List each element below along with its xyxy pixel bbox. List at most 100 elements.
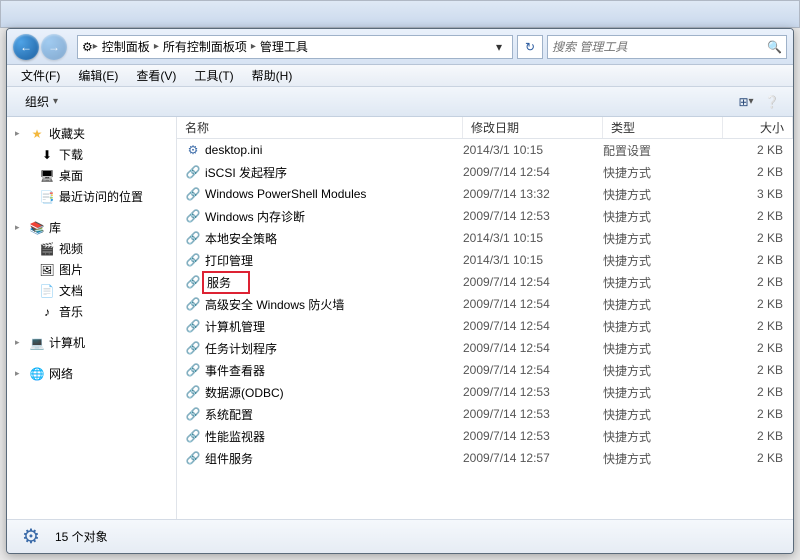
tree-group-3[interactable]: ▸🌐网络 [11,363,172,384]
file-row[interactable]: 🔗任务计划程序2009/7/14 12:54快捷方式2 KB [177,337,793,359]
shortcut-icon: 🔗 [185,208,201,224]
help-button[interactable]: ❔ [759,91,785,113]
file-name: 服务 [205,274,247,291]
shortcut-icon: 🔗 [185,406,201,422]
tree-group-0[interactable]: ▸★收藏夹 [11,123,172,144]
breadcrumb-0[interactable]: 控制面板 [98,38,154,55]
file-row[interactable]: 🔗系统配置2009/7/14 12:53快捷方式2 KB [177,403,793,425]
tree-item-label: 文档 [59,282,83,299]
tree-item-label: 最近访问的位置 [59,188,143,205]
address-dropdown[interactable]: ▾ [490,40,508,54]
file-type: 快捷方式 [603,362,723,379]
file-date: 2014/3/1 10:15 [463,231,603,245]
file-type: 快捷方式 [603,318,723,335]
file-row[interactable]: 🔗Windows 内存诊断2009/7/14 12:53快捷方式2 KB [177,205,793,227]
column-type[interactable]: 类型 [603,117,723,138]
tree-item-1-2[interactable]: 📄文档 [11,280,172,301]
folder-gear-icon: ⚙ [17,523,45,551]
file-size: 2 KB [723,385,793,399]
file-name: 事件查看器 [205,362,265,379]
file-date: 2009/7/14 12:54 [463,319,603,333]
nav-back-button[interactable]: ← [13,34,39,60]
organize-menu[interactable]: 组织 ▾ [15,90,68,113]
shortcut-icon: 🔗 [185,296,201,312]
file-type: 快捷方式 [603,208,723,225]
file-row[interactable]: 🔗高级安全 Windows 防火墙2009/7/14 12:54快捷方式2 KB [177,293,793,315]
column-headers: 名称 修改日期 类型 大小 [177,117,793,139]
view-options-button[interactable]: ⊞▾ [733,91,759,113]
file-row[interactable]: 🔗iSCSI 发起程序2009/7/14 12:54快捷方式2 KB [177,161,793,183]
file-row[interactable]: 🔗组件服务2009/7/14 12:57快捷方式2 KB [177,447,793,469]
file-name: 高级安全 Windows 防火墙 [205,296,344,313]
tree-item-0-2[interactable]: 📑最近访问的位置 [11,186,172,207]
file-type: 配置设置 [603,142,723,159]
menu-item-4[interactable]: 帮助(H) [244,65,301,86]
file-size: 2 KB [723,451,793,465]
tree-group-2[interactable]: ▸💻计算机 [11,332,172,353]
video-icon: 🎬 [39,241,55,257]
menu-bar: 文件(F)编辑(E)查看(V)工具(T)帮助(H) [7,65,793,87]
file-row[interactable]: 🔗 Windows PowerShell Modules 2009/7/14 13:… [177,183,793,205]
search-box[interactable]: 🔍 [547,35,787,59]
file-type: 快捷方式 [603,384,723,401]
menu-item-1[interactable]: 编辑(E) [70,65,126,86]
file-name: 打印管理 [205,252,253,269]
file-row[interactable]: 🔗本地安全策略2014/3/1 10:15快捷方式2 KB [177,227,793,249]
file-date: 2009/7/14 13:32 [463,187,603,201]
file-name: 组件服务 [205,450,253,467]
breadcrumb-2[interactable]: 管理工具 [256,38,312,55]
file-size: 2 KB [723,341,793,355]
file-date: 2009/7/14 12:54 [463,341,603,355]
file-row[interactable]: ⚙desktop.ini2014/3/1 10:15配置设置2 KB [177,139,793,161]
menu-item-0[interactable]: 文件(F) [13,65,68,86]
file-date: 2009/7/14 12:53 [463,407,603,421]
column-size[interactable]: 大小 [723,117,793,138]
file-row[interactable]: 🔗服务2009/7/14 12:54快捷方式2 KB [177,271,793,293]
menu-item-3[interactable]: 工具(T) [186,65,241,86]
file-type: 快捷方式 [603,274,723,291]
tree-group-label: 计算机 [49,334,85,351]
breadcrumb-1[interactable]: 所有控制面板项 [159,38,251,55]
tree-item-1-3[interactable]: ♪音乐 [11,301,172,322]
file-row[interactable]: 🔗打印管理2014/3/1 10:15快捷方式2 KB [177,249,793,271]
menu-item-2[interactable]: 查看(V) [128,65,184,86]
file-row[interactable]: 🔗计算机管理2009/7/14 12:54快捷方式2 KB [177,315,793,337]
file-name: Windows 内存诊断 [205,208,305,225]
file-name: 计算机管理 [205,318,265,335]
tree-item-0-0[interactable]: ⬇下载 [11,144,172,165]
address-bar[interactable]: ⚙ ▸ 控制面板 ▸ 所有控制面板项 ▸ 管理工具 ▾ [77,35,513,59]
shortcut-icon: 🔗 [185,230,201,246]
tree-item-1-1[interactable]: 🖼图片 [11,259,172,280]
file-row[interactable]: 🔗数据源(ODBC)2009/7/14 12:53快捷方式2 KB [177,381,793,403]
file-type: 快捷方式 [603,450,723,467]
file-row[interactable]: 🔗事件查看器2009/7/14 12:54快捷方式2 KB [177,359,793,381]
file-type: 快捷方式 [603,296,723,313]
file-type: 快捷方式 [603,186,723,203]
shortcut-icon: 🔗 [185,252,201,268]
tree-item-0-1[interactable]: 🖥桌面 [11,165,172,186]
file-name: 本地安全策略 [205,230,277,247]
expand-icon: ▸ [15,368,25,379]
file-size: 2 KB [723,319,793,333]
nav-forward-button[interactable]: → [41,34,67,60]
tree-group-label: 收藏夹 [49,125,85,142]
star-icon: ★ [29,126,45,142]
status-text: 15 个对象 [55,528,108,545]
tree-group-label: 网络 [49,365,73,382]
computer-icon: 💻 [29,335,45,351]
search-input[interactable] [552,40,767,54]
chevron-down-icon: ▾ [53,96,58,107]
file-size: 2 KB [723,297,793,311]
column-date[interactable]: 修改日期 [463,117,603,138]
column-name[interactable]: 名称 [177,117,463,138]
refresh-button[interactable]: ↻ [517,35,543,59]
tree-item-1-0[interactable]: 🎬视频 [11,238,172,259]
file-name: Windows PowerShell Modules [205,187,366,201]
file-row[interactable]: 🔗性能监视器2009/7/14 12:53快捷方式2 KB [177,425,793,447]
library-icon: 📚 [29,220,45,236]
shortcut-icon: 🔗 [185,186,201,202]
expand-icon: ▸ [15,222,25,233]
file-date: 2009/7/14 12:53 [463,429,603,443]
tree-group-1[interactable]: ▸📚库 [11,217,172,238]
file-name: desktop.ini [205,143,262,157]
